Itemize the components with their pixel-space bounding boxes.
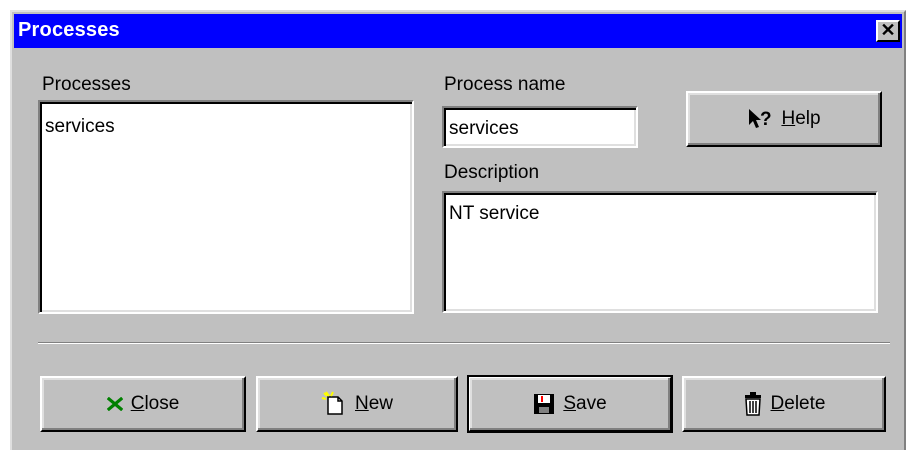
title-bar[interactable]: Processes ✕: [14, 14, 902, 48]
description-field[interactable]: NT service: [442, 191, 878, 313]
whats-this-help-icon: ?: [747, 108, 773, 130]
close-x-icon: ✕: [880, 20, 896, 40]
close-button[interactable]: Close: [40, 376, 246, 432]
processes-label: Processes: [42, 74, 131, 95]
save-button[interactable]: Save: [467, 375, 673, 433]
help-button-label: Help: [781, 108, 821, 129]
process-name-field[interactable]: services: [442, 106, 638, 148]
new-document-icon: [321, 391, 347, 417]
help-button[interactable]: ? Help: [686, 91, 882, 147]
save-button-label: Save: [563, 393, 607, 414]
window-title: Processes: [18, 19, 120, 41]
new-button[interactable]: New: [256, 376, 458, 432]
process-name-value: services: [449, 118, 519, 139]
green-x-icon: [106, 396, 123, 412]
svg-text:?: ?: [760, 109, 772, 130]
delete-button[interactable]: Delete: [682, 376, 886, 432]
list-item[interactable]: services: [45, 116, 115, 138]
process-name-label: Process name: [444, 74, 566, 95]
trash-can-icon: [743, 392, 763, 416]
processes-dialog: Processes ✕ Processes services Process n…: [10, 10, 906, 450]
separator: [38, 342, 890, 344]
description-label: Description: [444, 162, 540, 183]
processes-listbox[interactable]: services: [38, 100, 414, 314]
description-value: NT service: [449, 203, 540, 224]
window-close-button[interactable]: ✕: [876, 20, 900, 42]
close-button-label: Close: [130, 393, 180, 414]
delete-button-label: Delete: [770, 393, 826, 414]
new-button-label: New: [354, 393, 394, 414]
floppy-disk-icon: [533, 393, 555, 415]
